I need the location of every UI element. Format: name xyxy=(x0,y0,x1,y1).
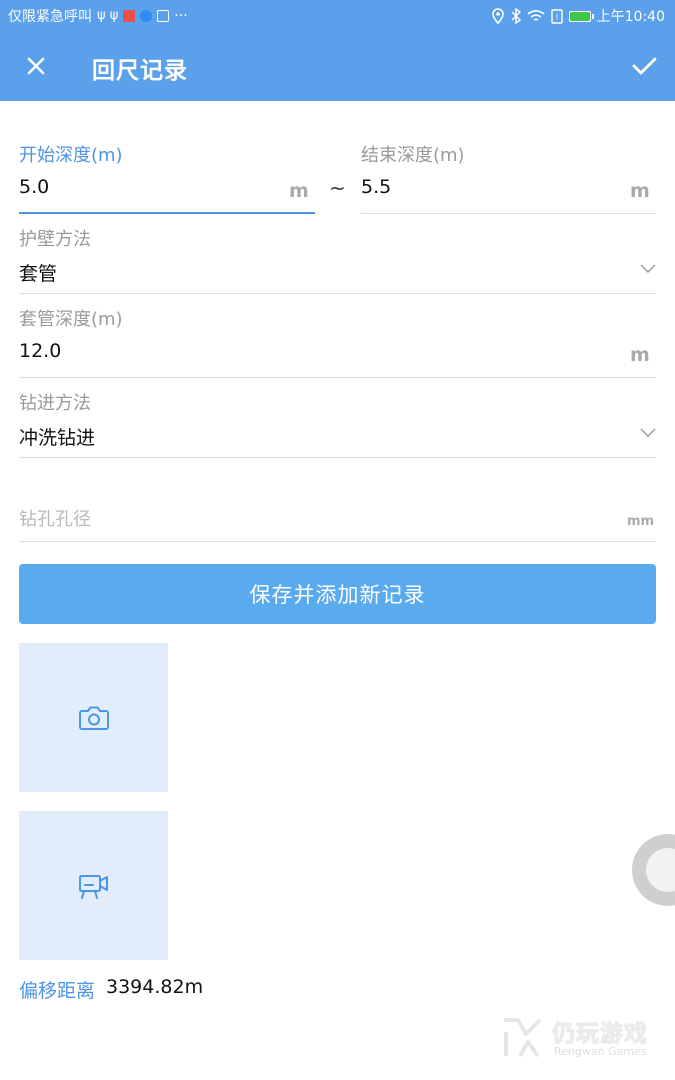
app-notification-icon xyxy=(123,10,136,22)
offset-distance-label: 偏移距离 xyxy=(19,980,96,1002)
bluetooth-icon xyxy=(511,8,521,24)
app-bar: 回尺记录 xyxy=(0,32,675,101)
casing-depth-underline xyxy=(19,377,656,378)
hole-diameter-underline xyxy=(19,541,656,542)
wall-method-select[interactable]: 套管 xyxy=(19,259,57,286)
status-carrier-text: 仅限紧急呼叫 xyxy=(8,9,92,25)
location-icon xyxy=(491,8,504,24)
video-camera-icon xyxy=(78,874,108,899)
hole-diameter-unit: mm xyxy=(627,514,655,529)
watermark-cn-text: 仍玩游戏 xyxy=(552,1021,648,1047)
more-notifications-icon: ··· xyxy=(174,8,188,24)
wall-method-underline xyxy=(19,293,656,294)
drill-method-select[interactable]: 冲洗钻进 xyxy=(19,423,95,450)
add-photo-tile[interactable] xyxy=(19,643,168,792)
start-depth-input[interactable]: 5.0 xyxy=(19,176,49,198)
start-depth-label: 开始深度(m) xyxy=(19,145,123,166)
wall-method-label: 护壁方法 xyxy=(19,229,91,250)
app-notification-icon-2 xyxy=(140,10,153,22)
save-and-add-button[interactable]: 保存并添加新记录 xyxy=(19,564,656,624)
end-depth-underline xyxy=(361,213,656,214)
page-title: 回尺记录 xyxy=(92,58,188,84)
watermark-en-text: Rengwan Games xyxy=(554,1045,647,1058)
range-separator: ~ xyxy=(329,176,346,200)
status-bar: 仅限紧急呼叫 ψ ψ ··· ! 上午10:40 xyxy=(0,0,675,32)
chevron-down-icon[interactable] xyxy=(640,264,656,274)
offset-distance-value: 3394.82m xyxy=(106,976,204,998)
status-time: 上午10:40 xyxy=(596,9,665,25)
wifi-icon xyxy=(527,10,545,21)
floating-button-inner xyxy=(646,848,675,892)
start-depth-unit: m xyxy=(289,180,309,202)
hole-diameter-input[interactable]: 钻孔孔径 xyxy=(19,505,91,531)
usb-icon: ψ ψ xyxy=(97,8,119,23)
add-video-tile[interactable] xyxy=(19,811,168,960)
casing-depth-unit: m xyxy=(630,344,650,366)
close-icon[interactable] xyxy=(20,50,52,82)
casing-depth-input[interactable]: 12.0 xyxy=(19,340,61,362)
start-depth-underline xyxy=(19,212,315,214)
sim-icon: ! xyxy=(550,8,563,24)
battery-icon xyxy=(568,10,594,22)
check-icon[interactable] xyxy=(627,50,661,82)
watermark-logo-icon xyxy=(504,1018,542,1058)
music-icon xyxy=(157,10,170,22)
camera-icon xyxy=(78,706,109,730)
casing-depth-label: 套管深度(m) xyxy=(19,309,123,330)
end-depth-label: 结束深度(m) xyxy=(361,145,465,166)
end-depth-input[interactable]: 5.5 xyxy=(361,176,391,198)
chevron-down-icon[interactable] xyxy=(640,428,656,438)
floating-assistive-button[interactable] xyxy=(632,834,675,906)
svg-text:!: ! xyxy=(555,13,558,22)
drill-method-underline xyxy=(19,457,656,458)
end-depth-unit: m xyxy=(630,180,650,202)
drill-method-label: 钻进方法 xyxy=(19,393,91,414)
